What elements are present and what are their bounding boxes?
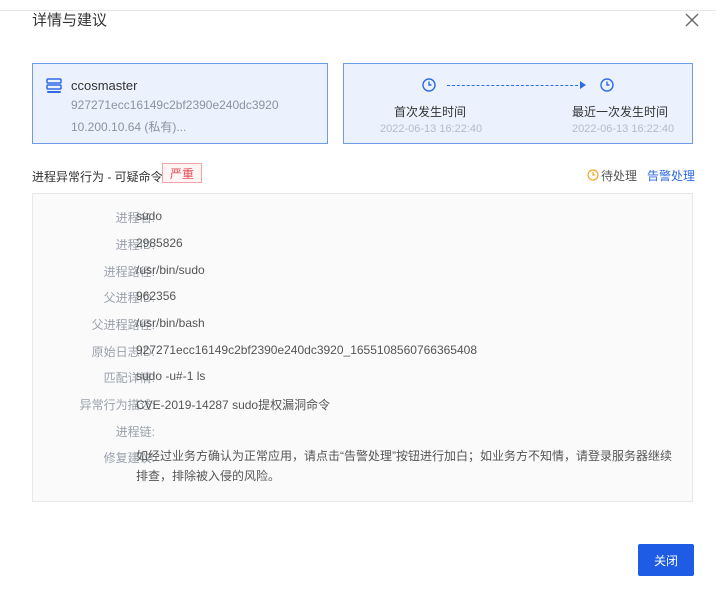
host-ip: 10.200.10.64 (私有)... xyxy=(71,120,187,134)
first-occurrence-label: 首次发生时间 xyxy=(394,105,467,119)
alert-handle-link[interactable]: 告警处理 xyxy=(647,167,695,184)
event-title: 进程异常行为 - 可疑命令 xyxy=(32,170,163,184)
detail-value: sudo xyxy=(136,209,163,223)
host-id: 927271ecc16149c2bf2390e240dc3920 xyxy=(71,98,279,112)
dialog-top-border xyxy=(0,10,716,11)
detail-key: 进程链: xyxy=(115,425,155,439)
detail-value: 927271ecc16149c2bf2390e240dc3920_1655108… xyxy=(136,343,478,357)
dialog-title: 详情与建议 xyxy=(32,12,108,29)
close-button[interactable]: 关闭 xyxy=(638,544,694,576)
detail-value: 如经过业务方确认为正常应用，请点击“告警处理”按钮进行加白；如业务方不知情，请登… xyxy=(136,449,672,483)
arrow-head-icon xyxy=(580,81,586,89)
clock-icon xyxy=(600,78,614,92)
server-icon xyxy=(46,78,62,93)
detail-panel: 进程名: sudo 进程ID: 2985826 进程路径: /usr/bin/s… xyxy=(32,193,693,502)
time-card: 首次发生时间 2022-06-13 16:22:40 最近一次发生时间 2022… xyxy=(343,63,693,144)
detail-value: 962356 xyxy=(136,289,177,303)
host-card: ccosmaster 927271ecc16149c2bf2390e240dc3… xyxy=(32,63,328,144)
severity-badge: 严重 xyxy=(162,163,203,183)
status-text: 待处理 xyxy=(601,169,638,183)
detail-value: /usr/bin/sudo xyxy=(136,263,205,277)
clock-icon xyxy=(422,78,436,92)
first-occurrence-value: 2022-06-13 16:22:40 xyxy=(380,123,483,135)
close-icon[interactable] xyxy=(683,11,701,29)
pending-status-icon xyxy=(587,169,599,181)
detail-value: 2985826 xyxy=(136,236,183,250)
detail-value: /usr/bin/bash xyxy=(136,316,205,330)
detail-value: sudo -u#-1 ls xyxy=(136,369,206,383)
host-name: ccosmaster xyxy=(71,78,138,93)
last-occurrence-label: 最近一次发生时间 xyxy=(572,105,669,119)
detail-value: CVE-2019-14287 sudo提权漏洞命令 xyxy=(136,398,331,412)
timeline-connector xyxy=(447,85,583,86)
last-occurrence-value: 2022-06-13 16:22:40 xyxy=(572,123,675,135)
